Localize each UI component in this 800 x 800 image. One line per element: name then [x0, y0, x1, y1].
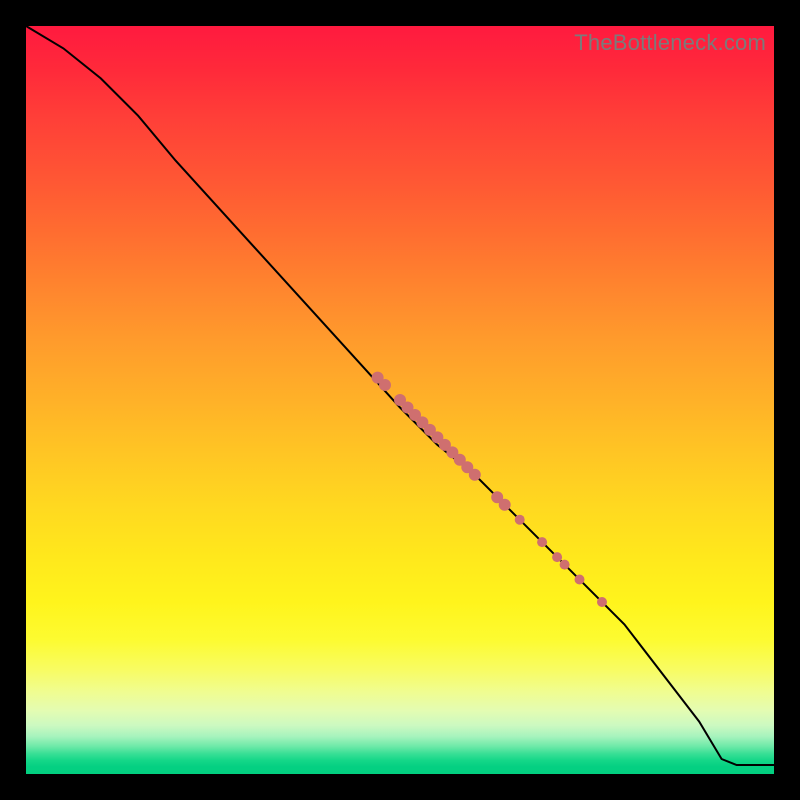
data-point: [552, 552, 562, 562]
data-point: [379, 379, 391, 391]
plot-area: TheBottleneck.com: [26, 26, 774, 774]
data-point: [499, 499, 511, 511]
data-point: [560, 560, 570, 570]
data-point: [469, 469, 481, 481]
chart-stage: TheBottleneck.com: [0, 0, 800, 800]
data-point: [575, 575, 585, 585]
data-point: [515, 515, 525, 525]
data-point: [537, 537, 547, 547]
chart-svg: [26, 26, 774, 774]
data-point: [597, 597, 607, 607]
